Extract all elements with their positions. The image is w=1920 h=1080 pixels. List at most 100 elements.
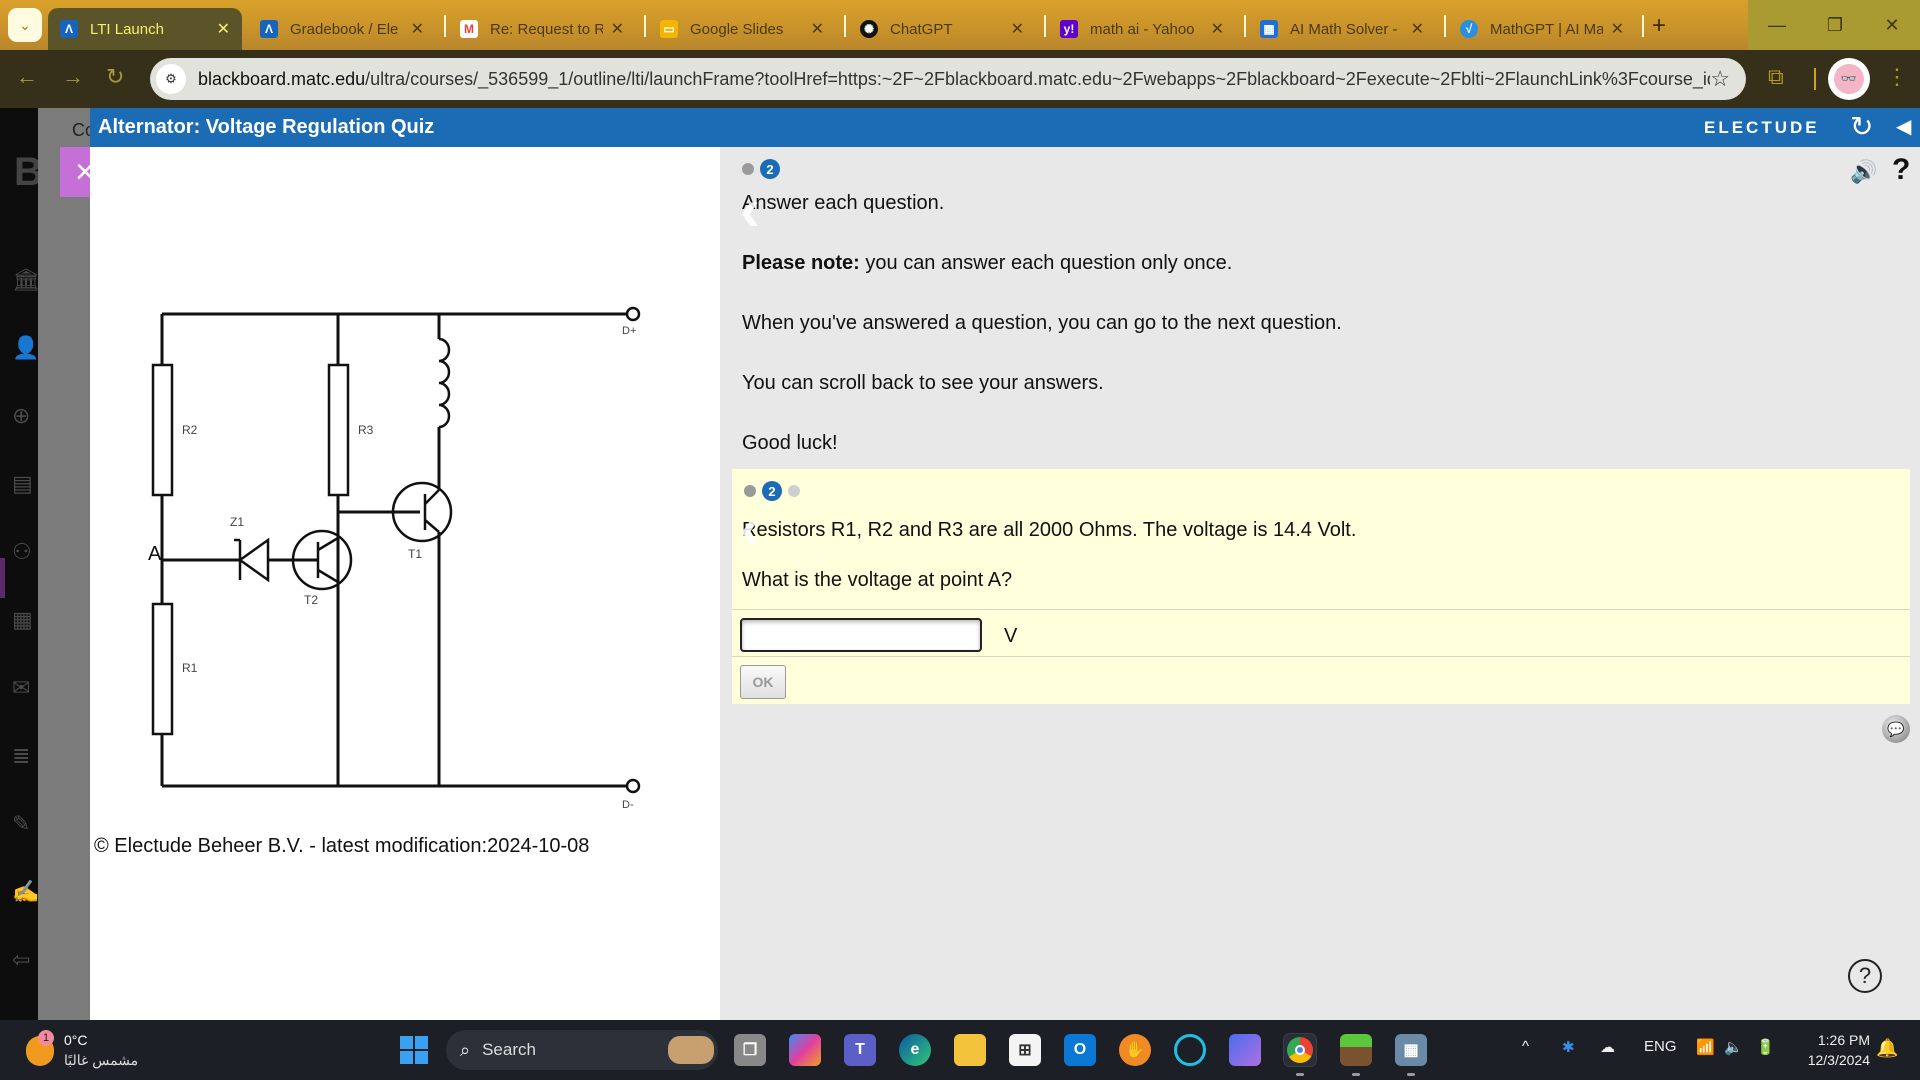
calculator-icon: ▦ (1260, 20, 1278, 38)
back-button[interactable]: ← (16, 64, 38, 90)
edit-icon[interactable]: ✍ (12, 880, 39, 904)
unit-label: V (1004, 625, 1018, 647)
restart-icon[interactable]: ↻ (1850, 112, 1873, 142)
close-tab-icon[interactable]: ✕ (217, 19, 230, 39)
previous-chevron-icon[interactable]: ‹ (740, 175, 760, 244)
ok-button[interactable]: OK (740, 665, 786, 699)
close-tab-icon[interactable]: ✕ (1011, 19, 1024, 39)
teams-icon[interactable]: T (844, 1034, 876, 1066)
microsoft-store-icon[interactable]: ⊞ (1009, 1034, 1041, 1066)
address-bar[interactable]: ⚙ blackboard.matc.edu/ultra/courses/_536… (150, 58, 1746, 100)
tab-title: Re: Request to R (490, 20, 603, 38)
instruction-line: When you've answered a question, you can… (742, 312, 1342, 334)
browser-tab[interactable]: √ MathGPT | AI Ma ✕ (1448, 8, 1636, 50)
grades-icon[interactable]: ≣ (12, 744, 36, 768)
d-minus-terminal (625, 778, 641, 794)
browser-tab[interactable]: ✺ ChatGPT ✕ (848, 8, 1036, 50)
close-tab-icon[interactable]: ✕ (1411, 19, 1424, 39)
calendar-icon[interactable]: ▦ (12, 608, 36, 632)
courses-icon[interactable]: ▤ (12, 472, 36, 496)
app-orange-icon[interactable]: ✋ (1119, 1034, 1151, 1066)
page-dot[interactable] (742, 163, 754, 175)
chat-bubble-icon[interactable]: 💬 (1882, 715, 1910, 743)
browser-tab[interactable]: ▭ Google Slides ✕ (648, 8, 836, 50)
close-tab-icon[interactable]: ✕ (1611, 19, 1624, 39)
help-chat-icon[interactable]: ? (1848, 959, 1882, 993)
show-hidden-icons-chevron[interactable]: ^ (1522, 1038, 1529, 1055)
blackboard-nav-rail: 🏛 👤 ⊕ ▤ ⚇ ▦ ✉ ≣ ✎ ✍ ⇦ (0, 108, 40, 1020)
previous-chevron-icon[interactable]: ‹ (740, 493, 760, 562)
close-window-button[interactable]: ✕ (1864, 0, 1920, 50)
browser-tab[interactable]: Λ Gradebook / Ele ✕ (248, 8, 436, 50)
tools-icon[interactable]: ✎ (12, 812, 36, 836)
task-view-icon[interactable]: ❐ (734, 1034, 766, 1066)
notification-bell-icon[interactable]: 🔔 (1876, 1038, 1898, 1059)
browser-tab[interactable]: Λ LTI Launch ✕ (48, 8, 242, 50)
browser-tab[interactable]: ▦ AI Math Solver - ✕ (1248, 8, 1436, 50)
volume-icon[interactable]: 🔈 (1724, 1038, 1743, 1056)
alexa-icon[interactable] (1174, 1034, 1206, 1066)
bluetooth-icon[interactable]: ✱ (1562, 1038, 1575, 1056)
blackboard-icon: Λ (260, 20, 278, 38)
copilot-icon[interactable] (789, 1034, 821, 1066)
taskbar-search[interactable]: ⌕ Search (446, 1030, 718, 1070)
browser-tab[interactable]: y! math ai - Yahoo ✕ (1048, 8, 1236, 50)
audio-speaker-icon[interactable]: 🔊 (1850, 159, 1877, 185)
page-indicator: 2 (742, 159, 1342, 179)
wifi-icon[interactable]: 📶 (1696, 1038, 1715, 1056)
close-tab-icon[interactable]: ✕ (611, 19, 624, 39)
calculator-icon[interactable]: ▦ (1395, 1034, 1427, 1076)
url-text[interactable]: blackboard.matc.edu/ultra/courses/_53659… (198, 69, 1710, 90)
z1-label: Z1 (230, 515, 245, 529)
close-tab-icon[interactable]: ✕ (1211, 19, 1224, 39)
chrome-icon[interactable] (1283, 1033, 1317, 1076)
electude-logo: ELECTUDE (1704, 118, 1820, 137)
new-tab-button[interactable]: + (1652, 12, 1666, 40)
restore-button[interactable]: ❐ (1806, 0, 1864, 50)
system-clock[interactable]: 1:26 PM 12/3/2024 (1790, 1030, 1870, 1070)
language-indicator[interactable]: ENG (1644, 1038, 1677, 1055)
tab-title: AI Math Solver - (1290, 20, 1398, 38)
browser-menu-icon[interactable]: ⋮ (1886, 64, 1908, 90)
forward-button[interactable]: → (62, 64, 84, 90)
reload-button[interactable]: ↻ (106, 64, 124, 90)
current-page-badge: 2 (760, 159, 780, 179)
battery-charging-icon[interactable]: 🔋 (1756, 1038, 1775, 1056)
globe-icon[interactable]: ⊕ (12, 404, 36, 428)
onedrive-sync-icon[interactable]: ☁ (1600, 1038, 1615, 1056)
start-button[interactable] (400, 1036, 428, 1064)
site-settings-icon[interactable]: ⚙ (156, 64, 186, 94)
tab-search-button[interactable]: ⌄ (8, 8, 42, 42)
messages-icon[interactable]: ✉ (12, 676, 36, 700)
extensions-puzzle-icon[interactable]: ⧉ (1768, 64, 1784, 90)
file-explorer-icon[interactable] (954, 1034, 986, 1066)
close-tab-icon[interactable]: ✕ (811, 19, 824, 39)
page-dot[interactable] (788, 485, 800, 497)
edge-icon[interactable]: e (899, 1034, 931, 1066)
close-tab-icon[interactable]: ✕ (411, 19, 424, 39)
r1-label: R1 (182, 661, 198, 675)
institution-icon[interactable]: 🏛 (12, 268, 40, 292)
windows-taskbar: 1 0°C مشمس غالبًا ⌕ Search ❐ T e ⊞ O ✋ ▦… (0, 1020, 1920, 1080)
restore-icon: ❐ (1826, 14, 1844, 35)
minecraft-icon[interactable] (1340, 1034, 1372, 1076)
answer-input[interactable] (740, 618, 982, 652)
browser-tab[interactable]: M Re: Request to R ✕ (448, 8, 636, 50)
groups-icon[interactable]: ⚇ (12, 540, 36, 564)
instruction-line: Please note: you can answer each questio… (742, 252, 1233, 274)
collapse-panel-icon[interactable]: ◀ (1896, 114, 1911, 139)
chevron-down-icon: ⌄ (19, 16, 31, 33)
profile-avatar[interactable]: 👓 (1828, 58, 1870, 100)
bookmark-star-icon[interactable]: ☆ (1710, 66, 1730, 92)
question-text: Resistors R1, R2 and R3 are all 2000 Ohm… (742, 519, 1357, 541)
tab-title: MathGPT | AI Ma (1490, 20, 1603, 38)
question-panel: 🔊 ? 2 Answer each question. Please note:… (720, 147, 1920, 1020)
question-prompt: What is the voltage at point A? (742, 569, 1013, 591)
profile-icon[interactable]: 👤 (12, 336, 39, 360)
outlook-icon[interactable]: O (1064, 1034, 1096, 1066)
sign-out-icon[interactable]: ⇦ (12, 948, 36, 972)
help-question-icon[interactable]: ? (1892, 153, 1910, 187)
resistor-r3 (327, 363, 350, 497)
m365-icon[interactable] (1229, 1034, 1261, 1066)
minimize-button[interactable]: — (1748, 0, 1806, 50)
